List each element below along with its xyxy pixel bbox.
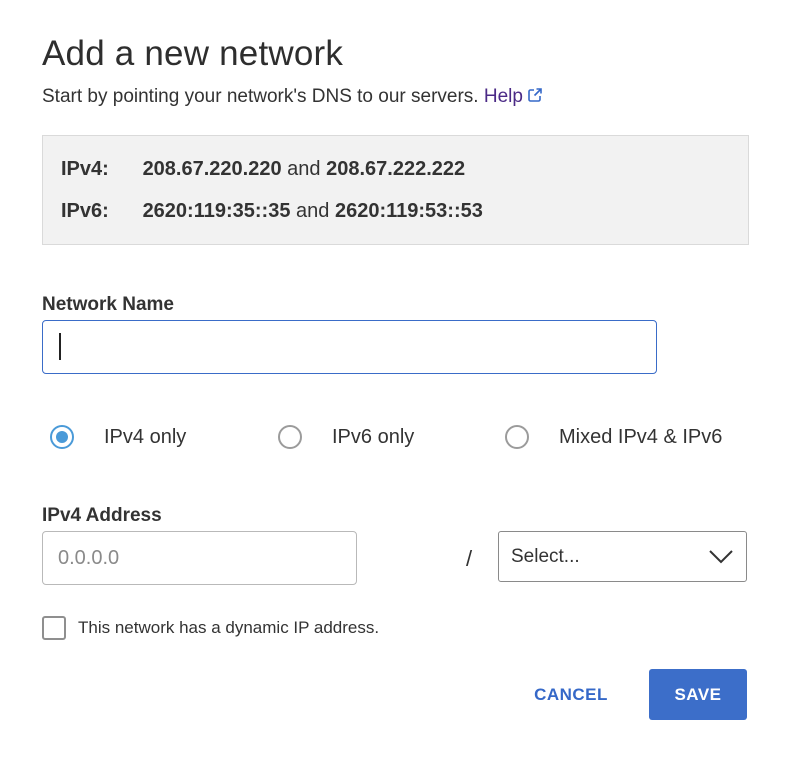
dns-ipv6-label: IPv6: — [61, 200, 109, 222]
dialog-subtitle: Start by pointing your network's DNS to … — [42, 86, 543, 108]
radio-ipv4-only-label: IPv4 only — [104, 425, 187, 448]
dns-ipv6-joiner: and — [296, 200, 330, 222]
dynamic-ip-checkbox-row[interactable]: This network has a dynamic IP address. — [42, 616, 379, 640]
network-name-label: Network Name — [42, 294, 174, 315]
dns-ipv6-primary: 2620:119:35::35 — [142, 200, 291, 222]
external-link-icon — [527, 87, 543, 103]
radio-mixed[interactable]: Mixed IPv4 & IPv6 — [505, 425, 722, 449]
text-caret — [59, 333, 61, 360]
dynamic-ip-checkbox[interactable] — [42, 616, 66, 640]
dns-ipv4-label: IPv4: — [61, 158, 109, 180]
radio-ipv6-only-label: IPv6 only — [332, 425, 415, 448]
ipv4-address-label: IPv4 Address — [42, 505, 162, 526]
cancel-button[interactable]: CANCEL — [520, 670, 622, 720]
prefix-length-select[interactable]: Select... — [498, 531, 747, 582]
dns-ipv4-primary: 208.67.220.220 — [142, 158, 282, 180]
radio-ipv4-only[interactable]: IPv4 only — [50, 425, 186, 449]
dns-ipv4-secondary: 208.67.222.222 — [326, 158, 466, 180]
dns-ipv4-row: IPv4: 208.67.220.220 and 208.67.222.222 — [61, 158, 465, 181]
dialog-title: Add a new network — [42, 34, 344, 73]
dynamic-ip-label: This network has a dynamic IP address. — [78, 618, 380, 637]
help-link[interactable]: Help — [484, 86, 543, 107]
network-name-input[interactable] — [42, 320, 657, 374]
dns-servers-box: IPv4: 208.67.220.220 and 208.67.222.222 … — [42, 135, 749, 245]
prefix-length-value: Select... — [511, 546, 580, 567]
dns-ipv6-row: IPv6: 2620:119:35::35 and 2620:119:53::5… — [61, 200, 483, 223]
dns-ipv6-secondary: 2620:119:53::53 — [334, 200, 483, 222]
radio-ipv4-only-circle — [50, 425, 74, 449]
radio-ipv6-only-circle — [278, 425, 302, 449]
radio-mixed-circle — [505, 425, 529, 449]
dns-ipv4-joiner: and — [287, 158, 321, 180]
save-button[interactable]: SAVE — [649, 669, 747, 720]
subtitle-text: Start by pointing your network's DNS to … — [42, 86, 479, 107]
prefix-separator: / — [466, 546, 473, 571]
help-link-label: Help — [483, 86, 523, 107]
ipv4-address-input[interactable] — [42, 531, 357, 585]
radio-mixed-label: Mixed IPv4 & IPv6 — [559, 425, 723, 448]
chevron-down-icon — [708, 548, 734, 566]
radio-ipv6-only[interactable]: IPv6 only — [278, 425, 414, 449]
